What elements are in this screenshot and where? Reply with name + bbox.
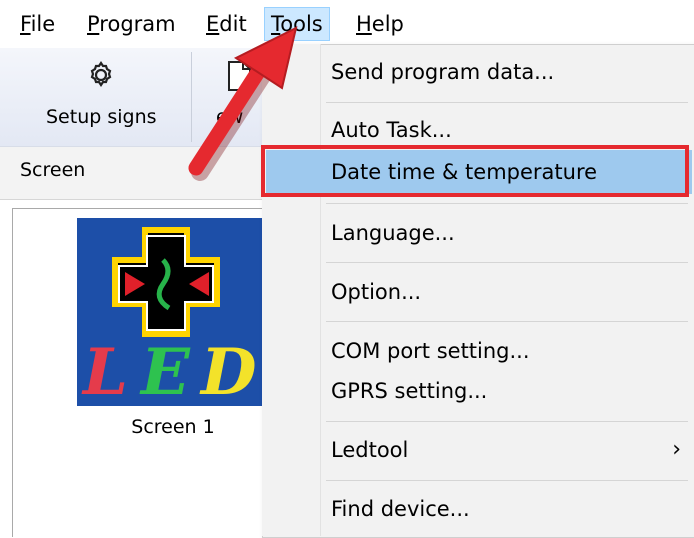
menu-program-label: rogram <box>99 12 176 36</box>
thumbnail-letter-e: E <box>139 335 191 406</box>
screen-caption: Screen 1 <box>131 416 215 438</box>
menu-tools[interactable]: Tools <box>264 7 330 41</box>
setup-signs-label: Setup signs <box>46 106 157 128</box>
menu-file[interactable]: File <box>14 8 61 40</box>
menu-item-label: Find device... <box>331 497 470 521</box>
menu-file-label: ile <box>30 12 56 36</box>
menu-separator <box>326 421 688 422</box>
new-label: ew <box>216 106 244 128</box>
menu-program-mnemonic: P <box>87 12 100 36</box>
thumbnail-letter-d: D <box>199 335 257 406</box>
menu-item-gprs-setting[interactable]: GPRS setting... <box>321 369 693 413</box>
thumbnail-letter-l: L <box>81 335 128 406</box>
gear-icon <box>90 61 112 87</box>
menu-icon-column <box>262 44 321 536</box>
menu-item-ledtool[interactable]: Ledtool › <box>321 428 693 472</box>
annotation-highlight-box <box>261 145 689 197</box>
new-document-icon <box>228 61 251 91</box>
menu-item-label: Ledtool <box>331 438 409 462</box>
toolbar-separator <box>191 52 192 142</box>
menu-program[interactable]: Program <box>81 8 182 40</box>
new-button[interactable]: ew <box>200 48 260 146</box>
menu-separator <box>326 321 688 322</box>
menu-item-language[interactable]: Language... <box>321 211 693 255</box>
menu-tools-label: ools <box>280 12 323 36</box>
menu-edit-label: dit <box>219 12 247 36</box>
menu-item-label: Option... <box>331 280 422 304</box>
setup-signs-button[interactable]: Setup signs <box>30 48 180 146</box>
screen-thumbnail[interactable]: L E D <box>77 218 263 410</box>
menu-separator <box>326 203 688 204</box>
chevron-right-icon: › <box>672 437 681 462</box>
menu-item-com-port-setting[interactable]: COM port setting... <box>321 329 693 373</box>
menu-item-label: Send program data... <box>331 60 555 84</box>
menu-item-send-program-data[interactable]: Send program data... <box>321 50 693 94</box>
menu-item-label: GPRS setting... <box>331 379 488 403</box>
menu-help-label: elp <box>371 12 404 36</box>
menu-edit-mnemonic: E <box>206 12 220 36</box>
menu-item-label: Language... <box>331 221 455 245</box>
menu-edit[interactable]: Edit <box>200 8 253 40</box>
menu-separator <box>326 480 688 481</box>
menu-separator <box>326 262 688 263</box>
menu-bar: File Program Edit Tools Help <box>0 0 694 48</box>
menu-item-find-device[interactable]: Find device... <box>321 487 693 531</box>
led-thumbnail-image: L E D <box>77 218 263 410</box>
menu-file-mnemonic: F <box>20 12 31 36</box>
menu-separator <box>326 102 688 103</box>
menu-item-label: COM port setting... <box>331 339 530 363</box>
menu-tools-mnemonic: T <box>271 12 281 36</box>
screen-header-label: Screen <box>20 159 86 181</box>
menu-help-mnemonic: H <box>356 12 372 36</box>
menu-help[interactable]: Help <box>350 8 410 40</box>
menu-item-option[interactable]: Option... <box>321 270 693 314</box>
